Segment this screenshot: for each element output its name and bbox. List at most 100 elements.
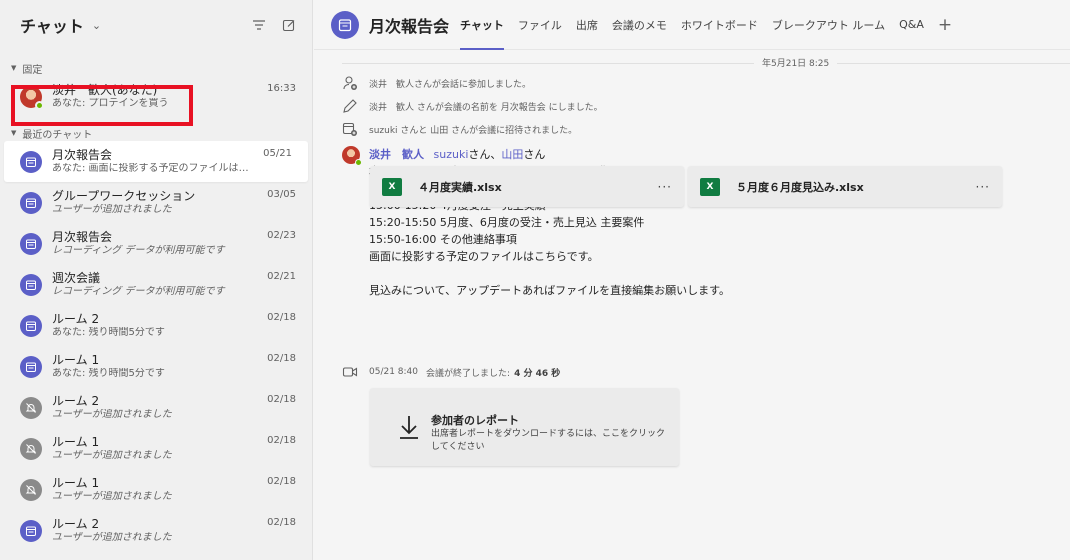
- new-chat-icon[interactable]: [282, 18, 296, 32]
- recent-chat-list: 月次報告会あなた: 画面に投影する予定のファイルはこちらです。...05/21グ…: [0, 141, 312, 551]
- presence-available-icon: [35, 100, 44, 110]
- calendar-icon: [26, 239, 36, 249]
- chat-preview: ユーザーが追加されました: [52, 449, 172, 461]
- meeting-header: 月次報告会 チャット ファイル 出席 会議のメモ ホワイトボード ブレークアウト ルーム Q…: [314, 0, 1070, 50]
- tab-6[interactable]: Q&A: [899, 0, 924, 50]
- file-name[interactable]: ４月度実績.xlsx: [418, 179, 658, 195]
- tab-4[interactable]: ホワイトボード: [681, 0, 758, 50]
- pinned-chat-list: 淡井 歓人(あなた) あなた: プロテインを買う 16:33: [0, 76, 312, 117]
- chat-name: 月次報告会: [52, 147, 113, 162]
- event-text: 淡井 歓人 さんが会議の名前を 月次報告会 にしました。: [369, 102, 603, 113]
- chat-date: 05/21: [263, 148, 292, 159]
- chat-date: 02/23: [267, 230, 296, 241]
- event-renamed: 淡井 歓人 さんが会議の名前を 月次報告会 にしました。: [342, 97, 603, 115]
- chat-list-item[interactable]: ルーム 1 あなた: 残り時間5分です 02/18: [0, 346, 312, 387]
- tab-3[interactable]: 会議のメモ: [612, 0, 667, 50]
- sidebar-title[interactable]: チャット: [20, 13, 84, 37]
- chat-list-item[interactable]: ルーム 1 ユーザーが追加されました 02/18: [0, 469, 312, 510]
- avatar[interactable]: [342, 146, 362, 166]
- chat-date: 02/18: [267, 394, 296, 405]
- message-line: 15:20-15:50 5月度、6月度の受注・売上見込 主要案件: [369, 216, 645, 229]
- meeting-title: 月次報告会: [369, 16, 450, 36]
- tab-5[interactable]: ブレークアウト ルーム: [772, 0, 885, 50]
- calendar-icon: [338, 18, 352, 31]
- attendance-report-card[interactable]: 参加者のレポート 出席者レポートをダウンロードするには、ここをクリックしてくださ…: [370, 388, 679, 466]
- filter-icon[interactable]: [252, 18, 266, 32]
- more-options-icon[interactable]: ···: [658, 180, 672, 194]
- call-status-text: 会議が終了しました:: [426, 368, 511, 379]
- chevron-down-icon[interactable]: ⌄: [92, 19, 101, 32]
- chat-text: グループワークセッション ユーザーが追加されました: [52, 189, 259, 217]
- chat-list-item[interactable]: ルーム 2 あなた: 残り時間5分です 02/18: [0, 305, 312, 346]
- chat-date: 03/05: [267, 189, 296, 200]
- bell-off-icon: [25, 443, 37, 454]
- meeting-avatar: [20, 519, 42, 542]
- file-name[interactable]: ５月度６月度見込み.xlsx: [736, 179, 976, 195]
- tab-2[interactable]: 出席: [576, 0, 598, 50]
- chat-list-item[interactable]: ルーム 2 ユーザーが追加されました 02/18: [0, 387, 312, 428]
- meeting-avatar: [20, 437, 42, 460]
- chat-list-item[interactable]: 淡井 歓人(あなた) あなた: プロテインを買う 16:33: [0, 76, 312, 117]
- event-text: suzuki さんと 山田 さんが会議に招待されました。: [369, 125, 578, 136]
- chat-preview: あなた: 残り時間5分です: [52, 326, 165, 338]
- call-duration: 4 分 46 秒: [514, 368, 561, 379]
- pinned-label: 固定: [22, 64, 43, 76]
- tab-1[interactable]: ファイル: [518, 0, 562, 50]
- more-options-icon[interactable]: ···: [976, 180, 990, 194]
- chat-preview: ユーザーが追加されました: [52, 490, 172, 502]
- mention-yamada[interactable]: 山田: [501, 148, 523, 161]
- call-time: 05/21 8:40: [369, 367, 419, 377]
- chat-name: ルーム 1: [52, 475, 100, 490]
- chat-list-item[interactable]: 月次報告会 レコーディング データが利用可能です 02/23: [0, 223, 312, 264]
- chat-list-item[interactable]: 月次報告会あなた: 画面に投影する予定のファイルはこちらです。... 05/21: [4, 141, 308, 182]
- chat-name: ルーム 2: [52, 311, 100, 326]
- chat-text: ルーム 1 あなた: 残り時間5分です: [52, 353, 259, 381]
- pinned-section-header[interactable]: ▼ 固定: [0, 60, 312, 76]
- chat-text: ルーム 1 ユーザーが追加されました: [52, 435, 259, 463]
- chat-text: 週次会議 レコーディング データが利用可能です: [52, 271, 259, 299]
- meeting-avatar: [20, 232, 42, 255]
- chat-list-item[interactable]: ルーム 1 ユーザーが追加されました 02/18: [0, 428, 312, 469]
- chat-text: ルーム 2 あなた: 残り時間5分です: [52, 312, 259, 340]
- chat-preview: あなた: 画面に投影する予定のファイルはこちらです。...: [52, 162, 255, 174]
- call-ended-event: 05/21 8:40 会議が終了しました: 4 分 46 秒: [342, 364, 560, 380]
- meeting-avatar: [20, 150, 42, 173]
- message-line: 見込みについて、アップデートあればファイルを直接編集お願いします。: [369, 284, 731, 297]
- tab-0[interactable]: チャット: [460, 0, 504, 50]
- chat-name: 週次会議: [52, 270, 101, 285]
- chat-date: 02/18: [267, 353, 296, 364]
- event-invited: suzuki さんと 山田 さんが会議に招待されました。: [342, 120, 577, 138]
- chat-text: ルーム 2 ユーザーが追加されました: [52, 394, 259, 422]
- meeting-avatar: [20, 273, 42, 296]
- chat-date: 02/18: [267, 517, 296, 528]
- chat-name: 月次報告会: [52, 229, 113, 244]
- chat-list-item[interactable]: 週次会議 レコーディング データが利用可能です 02/21: [0, 264, 312, 305]
- chat-text: 月次報告会 レコーディング データが利用可能です: [52, 230, 259, 258]
- add-tab-icon[interactable]: +: [938, 15, 952, 35]
- chat-text: 月次報告会あなた: 画面に投影する予定のファイルはこちらです。...: [52, 148, 255, 176]
- caret-down-icon: ▼: [11, 129, 17, 137]
- chat-date: 02/18: [267, 435, 296, 446]
- meeting-avatar: [20, 191, 42, 214]
- chat-name: 淡井 歓人(あなた): [52, 82, 158, 97]
- mention-suzuki[interactable]: suzuki: [434, 148, 469, 161]
- chat-name: グループワークセッション: [52, 188, 196, 203]
- bell-off-icon: [25, 402, 37, 413]
- recent-label: 最近のチャット: [22, 129, 93, 141]
- excel-icon: X: [700, 177, 720, 196]
- file-card-april[interactable]: X ４月度実績.xlsx ···: [370, 166, 684, 207]
- calendar-icon: [26, 280, 36, 290]
- recent-section-header[interactable]: ▼ 最近のチャット: [0, 125, 312, 141]
- message-sender[interactable]: 淡井 歓人: [369, 148, 424, 161]
- file-card-may-june[interactable]: X ５月度６月度見込み.xlsx ···: [688, 166, 1002, 207]
- message-line: 画面に投影する予定のファイルはこちらです。: [369, 250, 599, 263]
- chat-sidebar: チャット ⌄ ▼ 固定 淡井 歓人(あなた) あなた: プロテインを買う 16:33…: [0, 0, 313, 560]
- bell-off-icon: [25, 484, 37, 495]
- meeting-avatar: [20, 314, 42, 337]
- chat-date: 02/21: [267, 271, 296, 282]
- meeting-avatar: [20, 396, 42, 419]
- chat-list-item[interactable]: グループワークセッション ユーザーが追加されました 03/05: [0, 182, 312, 223]
- event-joined: 淡井 歓人さんが会話に参加しました。: [342, 74, 531, 92]
- message-header-line: 淡井 歓人 suzukiさん、山田さん: [369, 146, 1049, 163]
- chat-list-item[interactable]: ルーム 2 ユーザーが追加されました 02/18: [0, 510, 312, 551]
